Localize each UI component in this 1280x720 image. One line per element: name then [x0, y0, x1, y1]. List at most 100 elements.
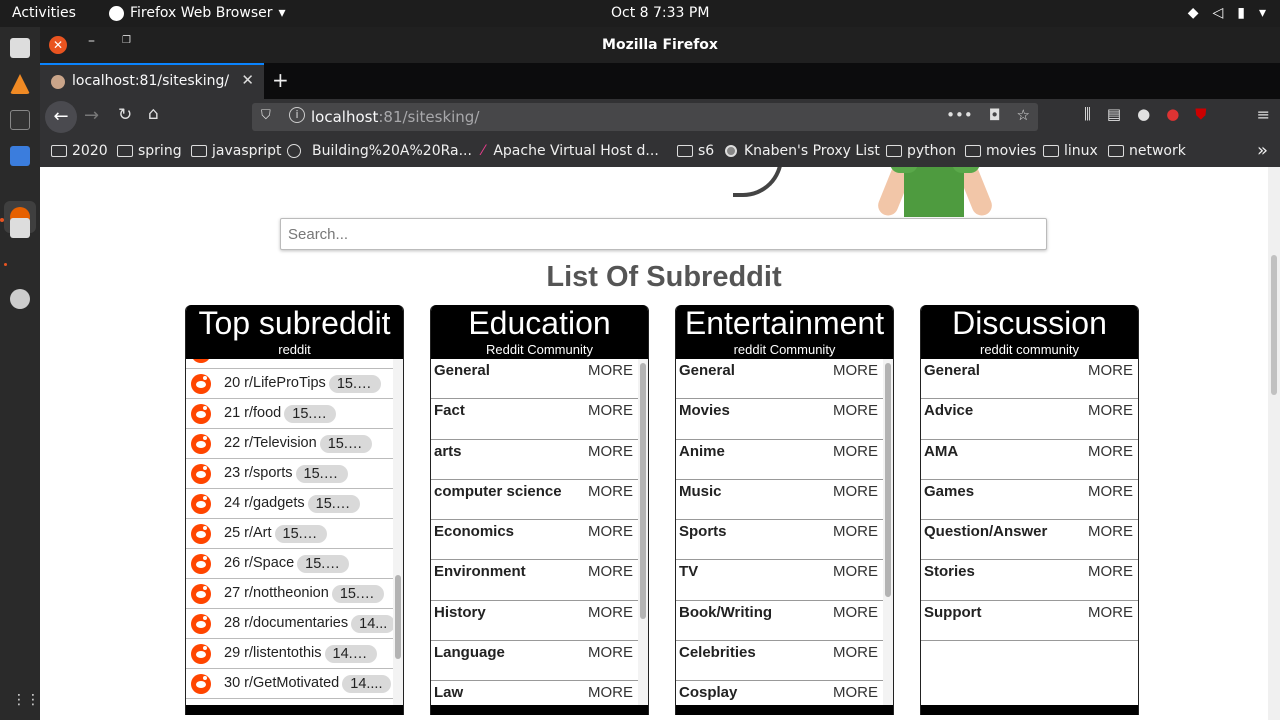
more-link[interactable]: MORE	[588, 684, 633, 701]
subreddit-name[interactable]: 27 r/nottheonion	[224, 585, 329, 601]
list-item[interactable]: History MORE	[431, 601, 638, 642]
new-tab-button[interactable]: +	[272, 68, 289, 92]
list-item[interactable]: Advice MORE	[921, 399, 1138, 440]
more-link[interactable]: MORE	[588, 443, 633, 460]
list-item[interactable]: 25 r/Art 15.3m	[186, 519, 393, 549]
sidebar-icon[interactable]: ▤	[1107, 105, 1121, 123]
more-bookmarks-chevron-icon[interactable]: »	[1257, 140, 1268, 161]
more-link[interactable]: MORE	[588, 523, 633, 540]
list-item[interactable]: Book/Writing MORE	[676, 601, 883, 642]
more-link[interactable]: MORE	[833, 443, 878, 460]
list-item[interactable]: AMA MORE	[921, 440, 1138, 480]
more-link[interactable]: MORE	[1088, 523, 1133, 540]
page-actions-icon[interactable]: •••	[946, 106, 973, 124]
bookmark-item[interactable]: Knaben's Proxy List	[725, 143, 880, 159]
subreddit-name[interactable]: 29 r/listentothis	[224, 645, 322, 661]
bookmark-item[interactable]: linux	[1043, 143, 1098, 159]
hamburger-menu-icon[interactable]: ≡	[1257, 105, 1270, 124]
bookmark-item[interactable]: network	[1108, 143, 1186, 159]
list-item[interactable]: Games MORE	[921, 480, 1138, 521]
system-tray[interactable]: ◆ ◁ ▮ ▾	[1188, 5, 1266, 21]
more-link[interactable]: MORE	[588, 483, 633, 500]
tracking-protection-shield-icon[interactable]: ⛉	[261, 108, 271, 123]
scrollbar-thumb[interactable]	[395, 575, 401, 659]
activities-button[interactable]: Activities	[12, 5, 76, 21]
subreddit-name[interactable]: 28 r/documentaries	[224, 615, 348, 631]
bookmark-item[interactable]: javaspript	[191, 143, 282, 159]
ublock-origin-icon[interactable]: ⛊	[1195, 105, 1206, 123]
list-item[interactable]: 29 r/listentothis 14.6m	[186, 639, 393, 669]
list-item[interactable]: 27 r/nottheonion 15.2m	[186, 579, 393, 609]
list-item[interactable]: Economics MORE	[431, 520, 638, 561]
list-item[interactable]: 20 r/LifeProTips 15.9m	[186, 369, 393, 399]
list-item[interactable]: Movies MORE	[676, 399, 883, 440]
list-item[interactable]: Language MORE	[431, 641, 638, 682]
url-text[interactable]: localhost:81/sitesking/	[311, 108, 479, 126]
list-item[interactable]: General MORE	[431, 359, 638, 400]
more-link[interactable]: MORE	[833, 604, 878, 621]
more-link[interactable]: MORE	[833, 644, 878, 661]
scrollbar-thumb[interactable]	[885, 363, 891, 597]
bookmark-item[interactable]: s6	[677, 143, 714, 159]
list-item[interactable]: Question/Answer MORE	[921, 520, 1138, 561]
more-link[interactable]: MORE	[1088, 402, 1133, 419]
list-item[interactable]: Celebrities MORE	[676, 641, 883, 682]
list-item[interactable]: Stories MORE	[921, 560, 1138, 601]
list-item[interactable]: 30 r/GetMotivated 14....	[186, 669, 393, 699]
disk-app-icon[interactable]	[10, 289, 30, 309]
terminal-app-icon[interactable]	[10, 110, 30, 130]
list-item[interactable]: Cosplay MORE	[676, 681, 883, 705]
list-item[interactable]: Music MORE	[676, 480, 883, 521]
bookmark-star-icon[interactable]: ☆	[1017, 106, 1030, 124]
reload-button[interactable]: ↻	[118, 105, 132, 125]
list-item[interactable]: 21 r/food 15.8m	[186, 399, 393, 429]
list-item[interactable]: Sports MORE	[676, 520, 883, 561]
list-item[interactable]: Environment MORE	[431, 560, 638, 601]
site-info-icon[interactable]: i	[289, 107, 305, 123]
more-link[interactable]: MORE	[833, 402, 878, 419]
list-item[interactable]: Law MORE	[431, 681, 638, 705]
list-item[interactable]: Fact MORE	[431, 399, 638, 440]
more-link[interactable]: MORE	[588, 362, 633, 379]
category-list[interactable]: General MORE Fact MORE arts MORE computer s…	[431, 359, 648, 705]
card-scrollbar[interactable]	[638, 359, 648, 705]
more-link[interactable]: MORE	[588, 563, 633, 580]
pocket-icon[interactable]: ◘	[989, 106, 1001, 124]
list-item[interactable]: 24 r/gadgets 15.3m	[186, 489, 393, 519]
home-button[interactable]: ⌂	[148, 104, 159, 124]
back-button[interactable]: ←	[45, 101, 77, 133]
close-tab-icon[interactable]: ✕	[241, 71, 254, 89]
bookmark-item[interactable]: movies	[965, 143, 1036, 159]
category-list[interactable]: General MORE Advice MORE AMA MORE Games MORE…	[921, 359, 1138, 705]
page-scrollbar[interactable]	[1268, 167, 1280, 720]
list-item[interactable]: 22 r/Television 15.5m	[186, 429, 393, 459]
more-link[interactable]: MORE	[1088, 443, 1133, 460]
list-item[interactable]: Support MORE	[921, 601, 1138, 642]
more-link[interactable]: MORE	[1088, 563, 1133, 580]
list-item[interactable]: 26 r/Space 15.3m	[186, 549, 393, 579]
forward-button[interactable]: →	[84, 105, 99, 126]
subreddit-name[interactable]: 30 r/GetMotivated	[224, 675, 339, 691]
subreddit-list[interactable]: 20 r/LifeProTips 15.9m 21 r/food 15.8m 22 …	[186, 359, 403, 705]
search-input[interactable]	[280, 218, 1047, 250]
subreddit-name[interactable]: 23 r/sports	[224, 465, 293, 481]
vlc-app-icon[interactable]	[10, 74, 30, 94]
subreddit-name[interactable]: 21 r/food	[224, 405, 281, 421]
bookmark-item[interactable]: python	[886, 143, 956, 159]
url-bar[interactable]: ⛉ i localhost:81/sitesking/ ••• ◘ ☆	[252, 103, 1038, 131]
list-item[interactable]: General MORE	[676, 359, 883, 400]
account-icon[interactable]: ●	[1137, 105, 1150, 123]
list-item[interactable]: General MORE	[921, 359, 1138, 400]
more-link[interactable]: MORE	[833, 483, 878, 500]
subreddit-name[interactable]: 24 r/gadgets	[224, 495, 305, 511]
subreddit-name[interactable]: 25 r/Art	[224, 525, 272, 541]
more-link[interactable]: MORE	[588, 644, 633, 661]
list-item[interactable]: computer science MORE	[431, 480, 638, 521]
bookmark-item[interactable]: spring	[117, 143, 182, 159]
more-link[interactable]: MORE	[833, 563, 878, 580]
document-app-icon[interactable]	[10, 218, 30, 238]
list-item[interactable]: arts MORE	[431, 440, 638, 480]
more-link[interactable]: MORE	[1088, 483, 1133, 500]
clock[interactable]: Oct 8 7:33 PM	[611, 5, 709, 21]
subreddit-name[interactable]: 26 r/Space	[224, 555, 294, 571]
